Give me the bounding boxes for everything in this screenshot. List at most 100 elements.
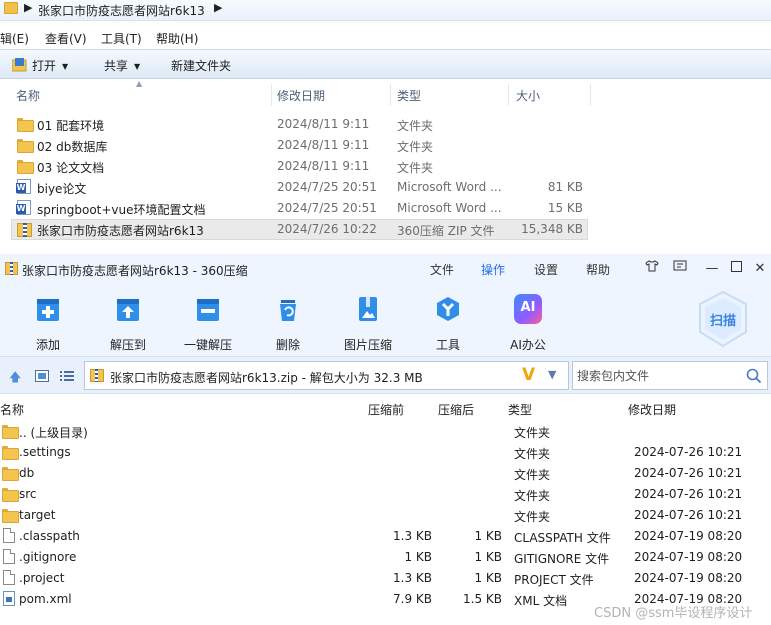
open-button[interactable]: 打开 ▼ — [12, 57, 68, 74]
search-box — [572, 361, 768, 390]
up-arrow-icon[interactable]: 🡅 — [9, 368, 21, 389]
scan-button[interactable]: 扫描 — [696, 290, 750, 348]
tools-icon — [437, 297, 459, 321]
column-header: 名称 压缩前 压缩后 类型 修改日期 — [0, 398, 771, 420]
column-header: 名称 ▲ 修改日期 类型 大小 — [0, 79, 771, 106]
column-date[interactable]: 修改日期 — [628, 401, 676, 418]
chevron-down-icon: ▼ — [62, 62, 69, 71]
zip-archive-icon — [17, 223, 32, 237]
word-doc-icon — [16, 200, 31, 215]
window-title: 张家口市防疫志愿者网站r6k13 - 360压缩 — [22, 264, 248, 278]
folder-icon — [4, 2, 18, 14]
zip-archive-icon — [90, 369, 104, 382]
list-item-selected[interactable]: 张家口市防疫志愿者网站r6k13 2024/7/26 10:22 360压缩 Z… — [11, 219, 588, 240]
chevron-right-icon[interactable]: ▶ — [214, 1, 222, 14]
list-item[interactable]: 01 配套环境 2024/8/11 9:11 文件夹 — [11, 114, 588, 135]
list-view-icon[interactable] — [60, 370, 74, 382]
folder-icon — [2, 467, 19, 481]
skin-icon[interactable] — [643, 260, 661, 278]
thumbnail-view-icon[interactable] — [35, 370, 49, 382]
column-type[interactable]: 类型 — [508, 401, 532, 418]
watermark: CSDN @ssm毕设程序设计 — [594, 606, 753, 621]
archive-path-field[interactable]: 张家口市防疫志愿者网站r6k13.zip - 解包大小为 32.3 MB V ▼ — [84, 361, 569, 390]
table-row[interactable]: .gitignore 1 KB 1 KB GITIGNORE 文件 2024-0… — [0, 547, 771, 568]
chevron-right-icon[interactable]: ▶ — [24, 1, 32, 14]
search-input[interactable] — [575, 366, 735, 386]
toolbar: 添加 解压到 一键解压 删除 图片压缩 工具 AI AI办公 扫描 — [0, 284, 771, 356]
folder-icon — [2, 509, 19, 523]
breadcrumb[interactable]: 张家口市防疫志愿者网站r6k13 — [38, 2, 205, 19]
extract-to-icon — [117, 299, 139, 321]
list-item[interactable]: springboot+vue环境配置文档 2024/7/25 20:51 Mic… — [11, 198, 588, 219]
list-item[interactable]: biye论文 2024/7/25 20:51 Microsoft Word ..… — [11, 177, 588, 198]
table-row[interactable]: db 文件夹 2024-07-26 10:21 — [0, 463, 771, 484]
ai-office-button[interactable]: AI AI办公 — [493, 290, 563, 352]
ai-office-icon: AI — [514, 294, 542, 324]
menu-help[interactable]: 帮助 — [586, 261, 610, 278]
folder-icon — [17, 118, 34, 132]
chevron-down-icon: ▼ — [134, 62, 141, 71]
column-name[interactable]: 名称 — [16, 87, 40, 104]
menu-settings[interactable]: 设置 — [534, 261, 558, 278]
table-row[interactable]: .classpath 1.3 KB 1 KB CLASSPATH 文件 2024… — [0, 526, 771, 547]
table-row[interactable]: .settings 文件夹 2024-07-26 10:21 — [0, 442, 771, 463]
image-compress-icon — [359, 297, 377, 321]
one-click-extract-icon — [197, 299, 219, 321]
sort-up-icon: ▲ — [136, 79, 143, 88]
new-folder-button[interactable]: 新建文件夹 — [171, 57, 231, 74]
table-row[interactable]: src 文件夹 2024-07-26 10:21 — [0, 484, 771, 505]
close-icon[interactable]: ✕ — [751, 260, 769, 278]
column-compressed[interactable]: 压缩后 — [438, 401, 474, 418]
search-icon[interactable] — [746, 368, 762, 384]
folder-icon — [2, 425, 19, 439]
folder-icon — [2, 446, 19, 460]
menu-help[interactable]: 帮助(H) — [156, 30, 198, 47]
menu-tools[interactable]: 工具(T) — [101, 30, 142, 47]
open-icon — [12, 58, 27, 72]
delete-icon — [280, 300, 296, 321]
column-packed[interactable]: 压缩前 — [368, 401, 404, 418]
archive-path: 张家口市防疫志愿者网站r6k13.zip - 解包大小为 32.3 MB — [110, 371, 423, 385]
menu-file[interactable]: 文件 — [430, 261, 454, 278]
image-compress-button[interactable]: 图片压缩 — [333, 290, 403, 352]
menu-bar: 辑(E) 查看(V) 工具(T) 帮助(H) — [0, 28, 771, 48]
archive-window: 张家口市防疫志愿者网站r6k13 - 360压缩 文件 操作 设置 帮助 — ✕… — [0, 254, 771, 625]
chevron-down-icon[interactable]: ▼ — [548, 368, 556, 381]
title-bar[interactable]: 张家口市防疫志愿者网站r6k13 - 360压缩 文件 操作 设置 帮助 — ✕ — [0, 254, 771, 284]
column-size[interactable]: 大小 — [516, 87, 540, 104]
explorer-window: ▶ 张家口市防疫志愿者网站r6k13 ▶ 辑(E) 查看(V) 工具(T) 帮助… — [0, 0, 771, 253]
list-item[interactable]: 02 db数据库 2024/8/11 9:11 文件夹 — [11, 135, 588, 156]
delete-button[interactable]: 删除 — [253, 290, 323, 352]
tools-button[interactable]: 工具 — [413, 290, 483, 352]
table-row[interactable]: .project 1.3 KB 1 KB PROJECT 文件 2024-07-… — [0, 568, 771, 589]
minimize-icon[interactable]: — — [703, 260, 721, 278]
add-icon — [37, 299, 59, 321]
xml-file-icon — [3, 591, 15, 606]
add-button[interactable]: 添加 — [13, 290, 83, 352]
folder-icon — [17, 139, 34, 153]
v-badge-icon[interactable]: V — [522, 365, 535, 385]
column-name[interactable]: 名称 — [0, 401, 24, 418]
menu-operate[interactable]: 操作 — [481, 261, 505, 278]
table-row[interactable]: .. (上级目录) 文件夹 — [0, 421, 771, 442]
folder-icon — [17, 160, 34, 174]
menu-edit[interactable]: 辑(E) — [0, 30, 29, 47]
feedback-icon[interactable] — [671, 260, 689, 278]
menu-view[interactable]: 查看(V) — [45, 30, 87, 47]
list-item[interactable]: 03 论文文档 2024/8/11 9:11 文件夹 — [11, 156, 588, 177]
share-button[interactable]: 共享 ▼ — [104, 57, 140, 74]
file-icon — [3, 528, 15, 543]
app-icon — [5, 262, 18, 275]
column-type[interactable]: 类型 — [397, 87, 421, 104]
folder-icon — [2, 488, 19, 502]
command-bar: 打开 ▼ 共享 ▼ 新建文件夹 — [0, 49, 771, 79]
address-bar[interactable]: ▶ 张家口市防疫志愿者网站r6k13 ▶ — [0, 0, 771, 21]
table-row[interactable]: target 文件夹 2024-07-26 10:21 — [0, 505, 771, 526]
file-icon — [3, 570, 15, 585]
extract-to-button[interactable]: 解压到 — [93, 290, 163, 352]
one-click-extract-button[interactable]: 一键解压 — [173, 290, 243, 352]
maximize-icon[interactable] — [727, 260, 745, 278]
file-icon — [3, 549, 15, 564]
column-date[interactable]: 修改日期 — [277, 87, 325, 104]
path-bar: 🡅 张家口市防疫志愿者网站r6k13.zip - 解包大小为 32.3 MB V… — [0, 356, 771, 394]
